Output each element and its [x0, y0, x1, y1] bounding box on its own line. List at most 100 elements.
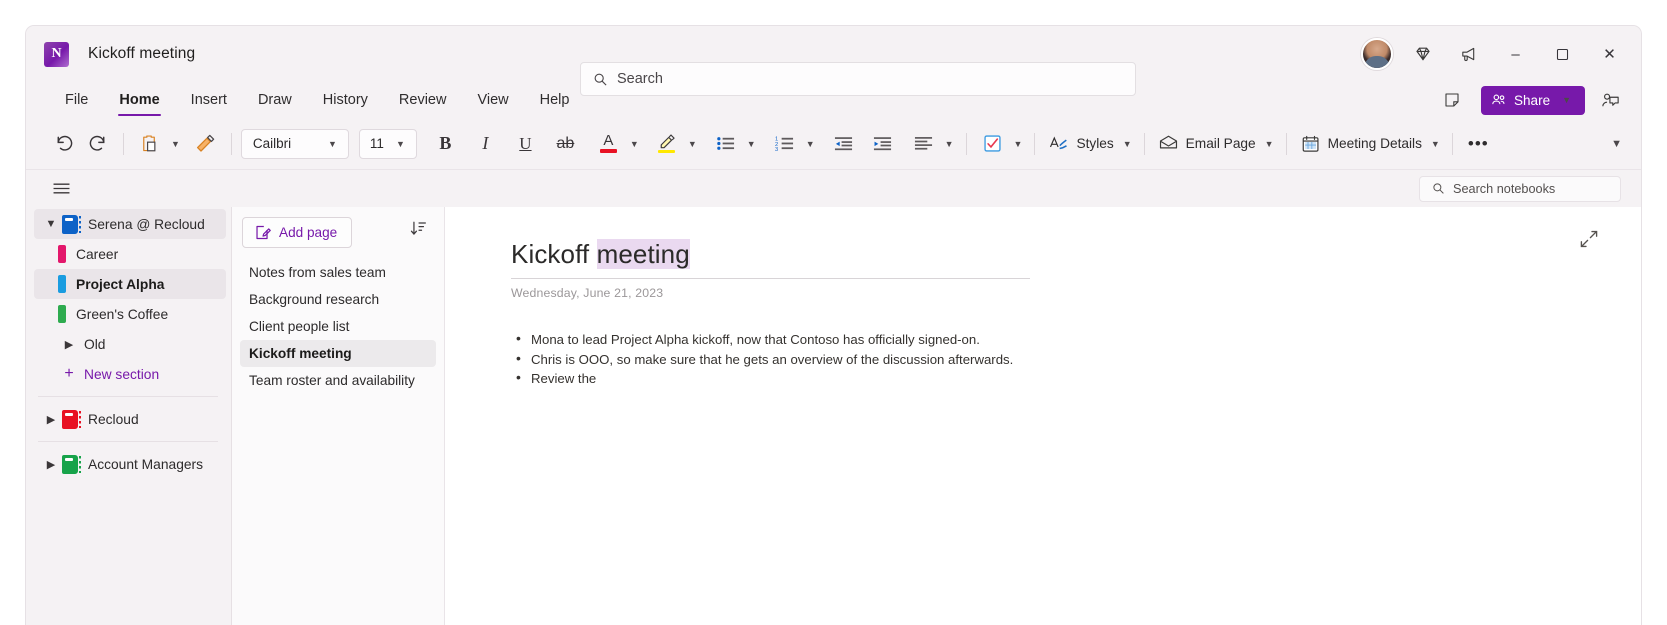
menu-item-draw[interactable]: Draw — [245, 88, 305, 112]
chevron-down-icon[interactable]: ▼ — [168, 139, 183, 149]
menu-item-home[interactable]: Home — [106, 88, 172, 117]
diamond-icon[interactable] — [1400, 34, 1446, 74]
person-comment-icon[interactable] — [1594, 84, 1627, 116]
sticky-note-icon[interactable] — [1435, 84, 1468, 116]
title-bar: N Kickoff meeting Search – ✕ — [26, 26, 1641, 96]
section-color-icon — [58, 245, 66, 263]
page-date: Wednesday, June 21, 2023 — [511, 286, 664, 300]
bold-button[interactable]: B — [429, 128, 462, 160]
menu-item-file[interactable]: File — [52, 88, 101, 112]
notebook-account-managers[interactable]: ▶ Account Managers — [34, 449, 226, 479]
minimize-button[interactable]: – — [1492, 26, 1539, 82]
page-item-notes-from-sales-team[interactable]: Notes from sales team — [240, 259, 436, 286]
section-label: Project Alpha — [76, 276, 165, 292]
menu-item-view[interactable]: View — [464, 88, 521, 112]
maximize-button[interactable] — [1539, 26, 1586, 82]
chevron-down-icon[interactable]: ▼ — [1120, 139, 1135, 149]
highlight-button[interactable] — [650, 128, 683, 160]
ribbon-right-group: ▼ — [1606, 138, 1625, 150]
chevron-down-icon[interactable]: ▼ — [627, 139, 642, 149]
bullet-item[interactable]: Review the — [511, 368, 1641, 389]
numbered-list-icon[interactable]: 1 2 3 — [768, 128, 801, 160]
notebook-search-placeholder: Search notebooks — [1453, 181, 1556, 196]
redo-icon[interactable] — [81, 128, 114, 160]
expand-icon[interactable] — [1579, 229, 1599, 249]
section-greens-coffee[interactable]: Green's Coffee — [34, 299, 226, 329]
chevron-down-icon[interactable]: ▼ — [942, 139, 957, 149]
strikethrough-button[interactable]: ab — [549, 128, 582, 160]
chevron-right-icon[interactable]: ▶ — [58, 338, 80, 351]
chevron-right-icon[interactable]: ▶ — [40, 458, 62, 471]
notebook-serena-recloud[interactable]: ▼ Serena @ Recloud — [34, 209, 226, 239]
close-button[interactable]: ✕ — [1586, 26, 1633, 82]
sort-icon[interactable] — [409, 219, 428, 238]
divider — [38, 396, 218, 397]
share-button[interactable]: Share ▼ — [1481, 85, 1585, 115]
page-list: Notes from sales team Background researc… — [232, 259, 444, 394]
collapse-ribbon-icon[interactable]: ▼ — [1608, 138, 1625, 150]
chevron-down-icon[interactable]: ▼ — [803, 139, 818, 149]
section-group-old[interactable]: ▶ Old — [34, 329, 226, 359]
menu-item-history[interactable]: History — [310, 88, 381, 112]
bullet-item[interactable]: Mona to lead Project Alpha kickoff, now … — [511, 329, 1641, 350]
underline-label: U — [519, 133, 532, 153]
decrease-indent-icon[interactable] — [827, 128, 860, 160]
notebook-icon — [62, 454, 81, 474]
note-bullet-list[interactable]: Mona to lead Project Alpha kickoff, now … — [511, 329, 1641, 389]
page-pane: Add page Notes from sales team Backgroun… — [232, 207, 445, 625]
notebook-recloud[interactable]: ▶ Recloud — [34, 404, 226, 434]
new-section-button[interactable]: + New section — [34, 359, 226, 389]
format-painter-icon[interactable] — [189, 128, 222, 160]
hamburger-icon[interactable] — [52, 181, 71, 196]
chevron-down-icon[interactable]: ▼ — [1428, 139, 1443, 149]
note-content-area[interactable]: Kickoff meeting Wednesday, June 21, 2023… — [445, 207, 1641, 625]
add-page-button[interactable]: Add page — [242, 217, 352, 248]
strikethrough-label: ab — [556, 134, 575, 152]
notebook-search-input[interactable]: Search notebooks — [1419, 175, 1621, 202]
svg-text:3: 3 — [775, 147, 778, 153]
font-color-button[interactable]: A — [592, 128, 625, 160]
new-section-label: New section — [84, 366, 160, 382]
font-size-select[interactable]: 11 ▼ — [358, 128, 417, 159]
font-family-select[interactable]: Cailbri ▼ — [240, 128, 349, 159]
bullet-item[interactable]: Chris is OOO, so make sure that he gets … — [511, 349, 1641, 370]
chevron-down-icon[interactable]: ▼ — [685, 139, 700, 149]
meeting-details-button[interactable]: Meeting Details — [1296, 128, 1426, 160]
more-commands-button[interactable]: ••• — [1462, 128, 1495, 160]
chevron-down-icon: ▼ — [1562, 95, 1571, 105]
notebook-pane: ▼ Serena @ Recloud Career Project Alpha … — [26, 207, 232, 625]
underline-button[interactable]: U — [509, 128, 542, 160]
bold-label: B — [439, 133, 452, 153]
email-page-button[interactable]: Email Page — [1154, 128, 1260, 160]
page-item-team-roster-and-availability[interactable]: Team roster and availability — [240, 367, 436, 394]
plus-icon: + — [64, 365, 74, 382]
styles-button[interactable]: Styles — [1044, 128, 1117, 160]
page-title[interactable]: Kickoff meeting — [511, 239, 690, 270]
titlebar-right-group: – ✕ — [1354, 26, 1641, 82]
chevron-down-icon: ▼ — [328, 138, 337, 149]
chevron-down-icon[interactable]: ▼ — [1011, 139, 1026, 149]
chevron-down-icon[interactable]: ▼ — [1262, 139, 1277, 149]
increase-indent-icon[interactable] — [866, 128, 899, 160]
align-icon[interactable] — [907, 128, 940, 160]
page-item-kickoff-meeting[interactable]: Kickoff meeting — [240, 340, 436, 367]
chevron-down-icon[interactable]: ▼ — [744, 139, 759, 149]
section-project-alpha[interactable]: Project Alpha — [34, 269, 226, 299]
paste-icon[interactable] — [133, 128, 166, 160]
page-item-client-people-list[interactable]: Client people list — [240, 313, 436, 340]
page-item-background-research[interactable]: Background research — [240, 286, 436, 313]
overflow-label: ••• — [1467, 133, 1489, 153]
menu-item-help[interactable]: Help — [527, 88, 583, 112]
todo-checkbox-icon[interactable] — [976, 128, 1009, 160]
avatar[interactable] — [1354, 34, 1400, 74]
megaphone-icon[interactable] — [1446, 34, 1492, 74]
menu-item-insert[interactable]: Insert — [178, 88, 240, 112]
undo-icon[interactable] — [48, 128, 81, 160]
menu-item-review[interactable]: Review — [386, 88, 460, 112]
bullet-list-icon[interactable] — [709, 128, 742, 160]
chevron-right-icon[interactable]: ▶ — [40, 413, 62, 426]
italic-button[interactable]: I — [469, 128, 502, 160]
section-career[interactable]: Career — [34, 239, 226, 269]
chevron-down-icon[interactable]: ▼ — [40, 218, 62, 230]
divider — [1034, 132, 1036, 155]
